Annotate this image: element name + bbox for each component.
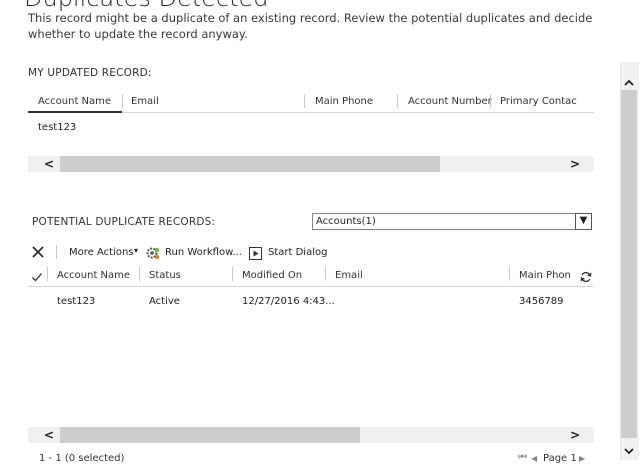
dup-row-modified-on: 12/27/2016 4:43...	[242, 296, 335, 307]
column-separator	[122, 94, 123, 108]
column-separator	[490, 94, 491, 108]
more-actions-button[interactable]: More Actions	[69, 247, 134, 258]
updated-col-account-name[interactable]: Account Name	[38, 96, 111, 107]
updated-col-main-phone[interactable]: Main Phone	[315, 96, 373, 107]
updated-row-account-name[interactable]: test123	[38, 122, 76, 133]
duplicate-entity-select[interactable]: Accounts(1)	[312, 213, 592, 230]
dup-col-email[interactable]: Email	[335, 270, 363, 281]
dup-col-account-name[interactable]: Account Name	[57, 270, 130, 281]
column-separator	[397, 94, 398, 108]
dialog-vscroll-thumb[interactable]	[621, 90, 637, 438]
dup-col-main-phone[interactable]: Main Phon	[519, 270, 571, 281]
scroll-down-arrow-icon[interactable]	[623, 441, 635, 455]
scroll-right-arrow-icon[interactable]: >	[568, 427, 582, 443]
dup-col-modified-on[interactable]: Modified On	[242, 270, 302, 281]
column-separator	[47, 267, 48, 281]
next-page-icon[interactable]: ▶	[579, 452, 585, 466]
updated-record-label: MY UPDATED RECORD:	[28, 67, 152, 79]
scroll-right-arrow-icon[interactable]: >	[568, 156, 582, 172]
dup-col-status[interactable]: Status	[149, 270, 181, 281]
updated-hscroll-thumb[interactable]	[60, 156, 440, 172]
play-icon[interactable]	[249, 245, 262, 260]
page-number: Page 1	[543, 453, 577, 464]
column-separator	[232, 267, 233, 281]
close-icon[interactable]	[30, 244, 46, 260]
sort-column-underline	[28, 111, 122, 113]
workflow-gear-icon[interactable]	[146, 245, 160, 259]
refresh-icon[interactable]	[580, 268, 592, 283]
header-rule	[28, 286, 594, 287]
column-separator	[325, 267, 326, 281]
duplicates-label: POTENTIAL DUPLICATE RECORDS:	[32, 216, 216, 228]
prev-page-icon[interactable]: ◀	[531, 452, 537, 466]
dialog-description: This record might be a duplicate of an e…	[28, 11, 593, 41]
run-workflow-button[interactable]: Run Workflow...	[165, 247, 242, 258]
scroll-up-arrow-icon[interactable]	[623, 73, 635, 86]
toolbar-separator	[56, 245, 57, 259]
first-page-icon[interactable]: ⏮	[518, 452, 527, 463]
dup-row-main-phone: 3456789	[519, 296, 564, 307]
duplicates-hscroll-thumb[interactable]	[60, 427, 360, 443]
scroll-left-arrow-icon[interactable]: <	[42, 427, 56, 443]
updated-col-email[interactable]: Email	[131, 96, 159, 107]
chevron-down-icon[interactable]: ▼	[575, 213, 592, 230]
dup-row-status: Active	[149, 296, 180, 307]
dropdown-caret-icon[interactable]: ▾	[134, 246, 138, 255]
record-count: 1 - 1 (0 selected)	[39, 453, 125, 464]
dup-row-account-name[interactable]: test123	[57, 296, 95, 307]
column-separator	[304, 94, 305, 108]
updated-col-primary-contact[interactable]: Primary Contac	[500, 96, 577, 107]
column-separator	[139, 267, 140, 281]
select-all-check-icon[interactable]	[31, 268, 43, 282]
column-separator	[509, 267, 510, 281]
updated-col-account-number[interactable]: Account Number	[408, 96, 492, 107]
header-rule	[122, 112, 594, 113]
scroll-left-arrow-icon[interactable]: <	[42, 156, 56, 172]
start-dialog-button[interactable]: Start Dialog	[268, 247, 327, 258]
